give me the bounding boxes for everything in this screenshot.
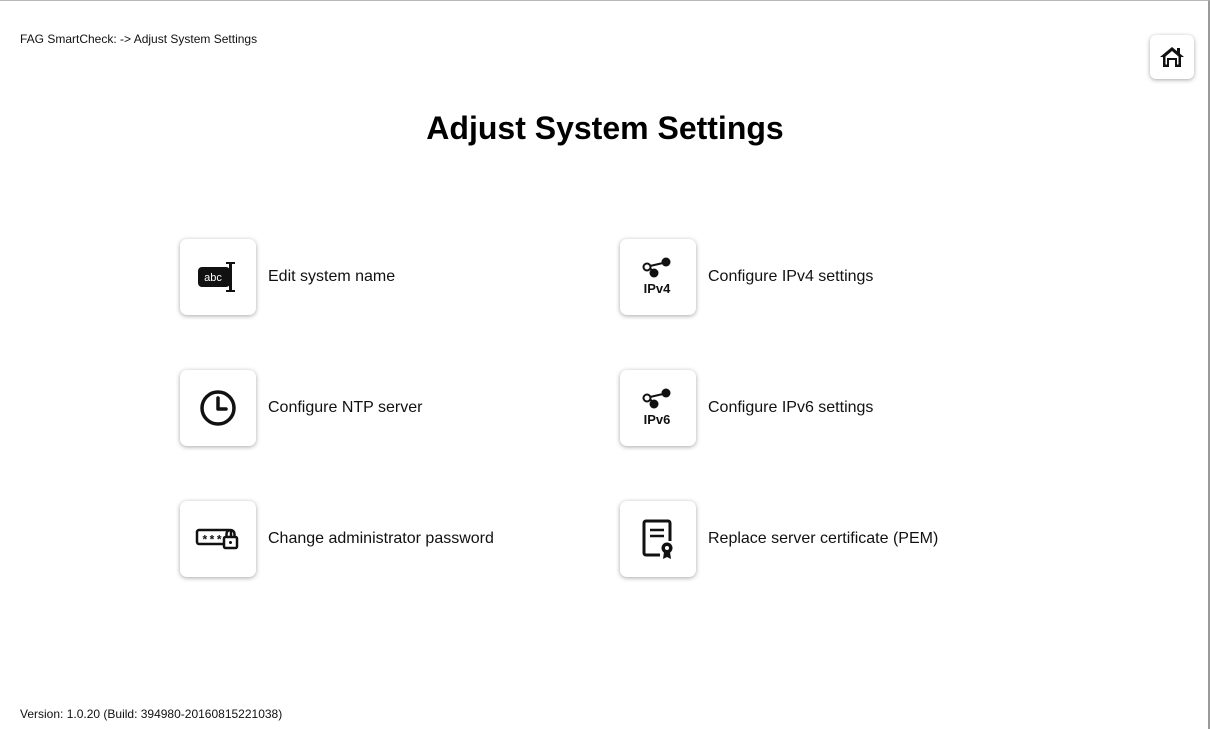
configure-ntp-item[interactable]: Configure NTP server — [180, 370, 422, 446]
ipv6-network-icon: IPv6 — [642, 388, 671, 427]
svg-text:***: *** — [201, 534, 223, 548]
configure-ipv4-button[interactable]: IPv4 — [620, 239, 696, 315]
configure-ipv4-item[interactable]: IPv4 Configure IPv4 settings — [620, 239, 873, 315]
configure-ipv4-label[interactable]: Configure IPv4 settings — [708, 268, 873, 286]
version-info: Version: 1.0.20 (Build: 394980-201608152… — [20, 707, 283, 721]
home-icon — [1160, 47, 1184, 67]
certificate-icon — [642, 519, 673, 559]
replace-certificate-button[interactable] — [620, 501, 696, 577]
home-button[interactable] — [1150, 35, 1194, 79]
svg-text:IPv4: IPv4 — [644, 281, 672, 296]
password-lock-icon: *** — [195, 528, 239, 550]
replace-certificate-item[interactable]: Replace server certificate (PEM) — [620, 501, 938, 577]
configure-ipv6-label[interactable]: Configure IPv6 settings — [708, 399, 873, 417]
ipv4-network-icon: IPv4 — [642, 257, 672, 296]
change-password-button[interactable]: *** — [180, 501, 256, 577]
svg-text:IPv6: IPv6 — [644, 412, 671, 427]
page-title: Adjust System Settings — [426, 110, 784, 146]
page: FAG SmartCheck: -> Adjust System Setting… — [0, 0, 1210, 729]
svg-text:abc: abc — [204, 272, 222, 284]
edit-system-name-button[interactable]: abc — [180, 239, 256, 315]
configure-ntp-label[interactable]: Configure NTP server — [268, 399, 422, 417]
configure-ntp-button[interactable] — [180, 370, 256, 446]
configure-ipv6-item[interactable]: IPv6 Configure IPv6 settings — [620, 370, 873, 446]
clock-icon — [200, 390, 236, 426]
change-password-item[interactable]: *** Change administrator password — [180, 501, 494, 577]
text-cursor-icon: abc — [198, 262, 235, 292]
configure-ipv6-button[interactable]: IPv6 — [620, 370, 696, 446]
breadcrumb: FAG SmartCheck: -> Adjust System Setting… — [20, 32, 258, 46]
replace-certificate-label[interactable]: Replace server certificate (PEM) — [708, 530, 938, 548]
edit-system-name-label[interactable]: Edit system name — [268, 268, 395, 286]
change-password-label[interactable]: Change administrator password — [268, 530, 494, 548]
edit-system-name-item[interactable]: abc Edit system name — [180, 239, 395, 315]
